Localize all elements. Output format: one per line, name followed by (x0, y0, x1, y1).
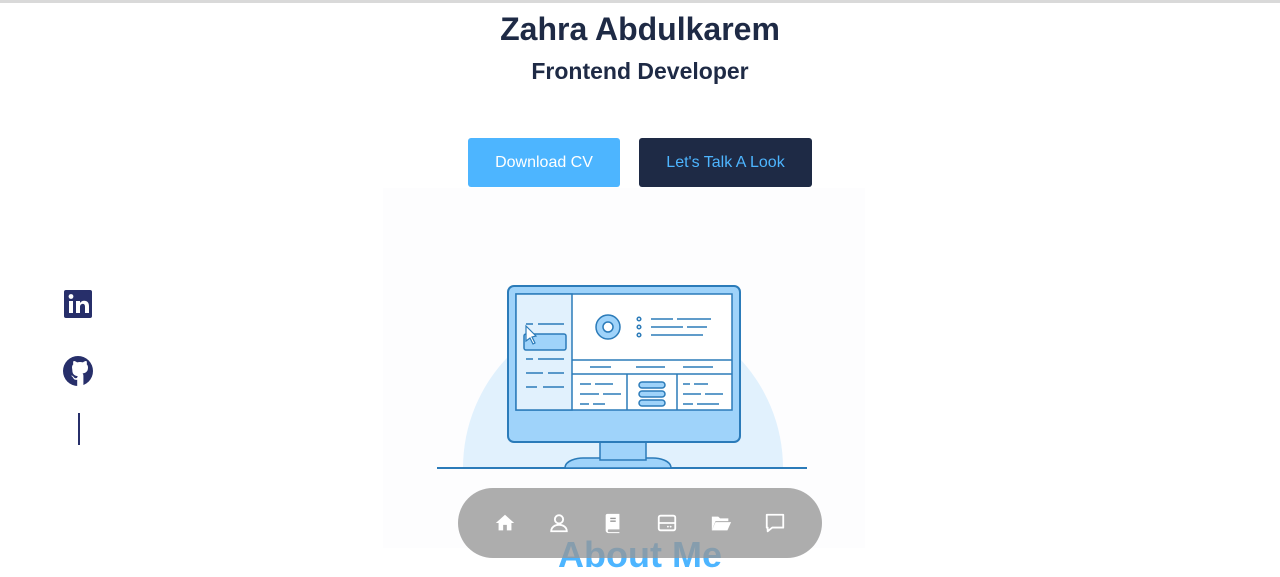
bottom-nav (458, 488, 822, 558)
hero-header: Zahra Abdulkarem Frontend Developer (0, 8, 1280, 86)
user-icon (550, 514, 568, 533)
social-divider (78, 413, 80, 445)
profile-role: Frontend Developer (531, 58, 749, 84)
nav-home[interactable] (493, 511, 517, 535)
server-icon (657, 514, 677, 532)
top-border (0, 0, 1280, 3)
message-icon (765, 513, 785, 533)
linkedin-link[interactable] (62, 288, 94, 320)
nav-experience[interactable] (601, 511, 625, 535)
profile-name: Zahra Abdulkarem (500, 11, 780, 47)
github-icon (63, 356, 93, 386)
linkedin-icon (64, 290, 92, 318)
download-cv-button[interactable]: Download CV (468, 138, 620, 187)
nav-services[interactable] (655, 511, 679, 535)
social-links (62, 288, 98, 445)
book-icon (605, 513, 620, 534)
talk-button[interactable]: Let's Talk A Look (639, 138, 812, 187)
folder-icon (711, 516, 732, 531)
nav-portfolio[interactable] (709, 511, 733, 535)
github-link[interactable] (62, 355, 94, 387)
nav-about[interactable] (547, 511, 571, 535)
nav-contact[interactable] (763, 511, 787, 535)
home-icon (495, 514, 515, 531)
